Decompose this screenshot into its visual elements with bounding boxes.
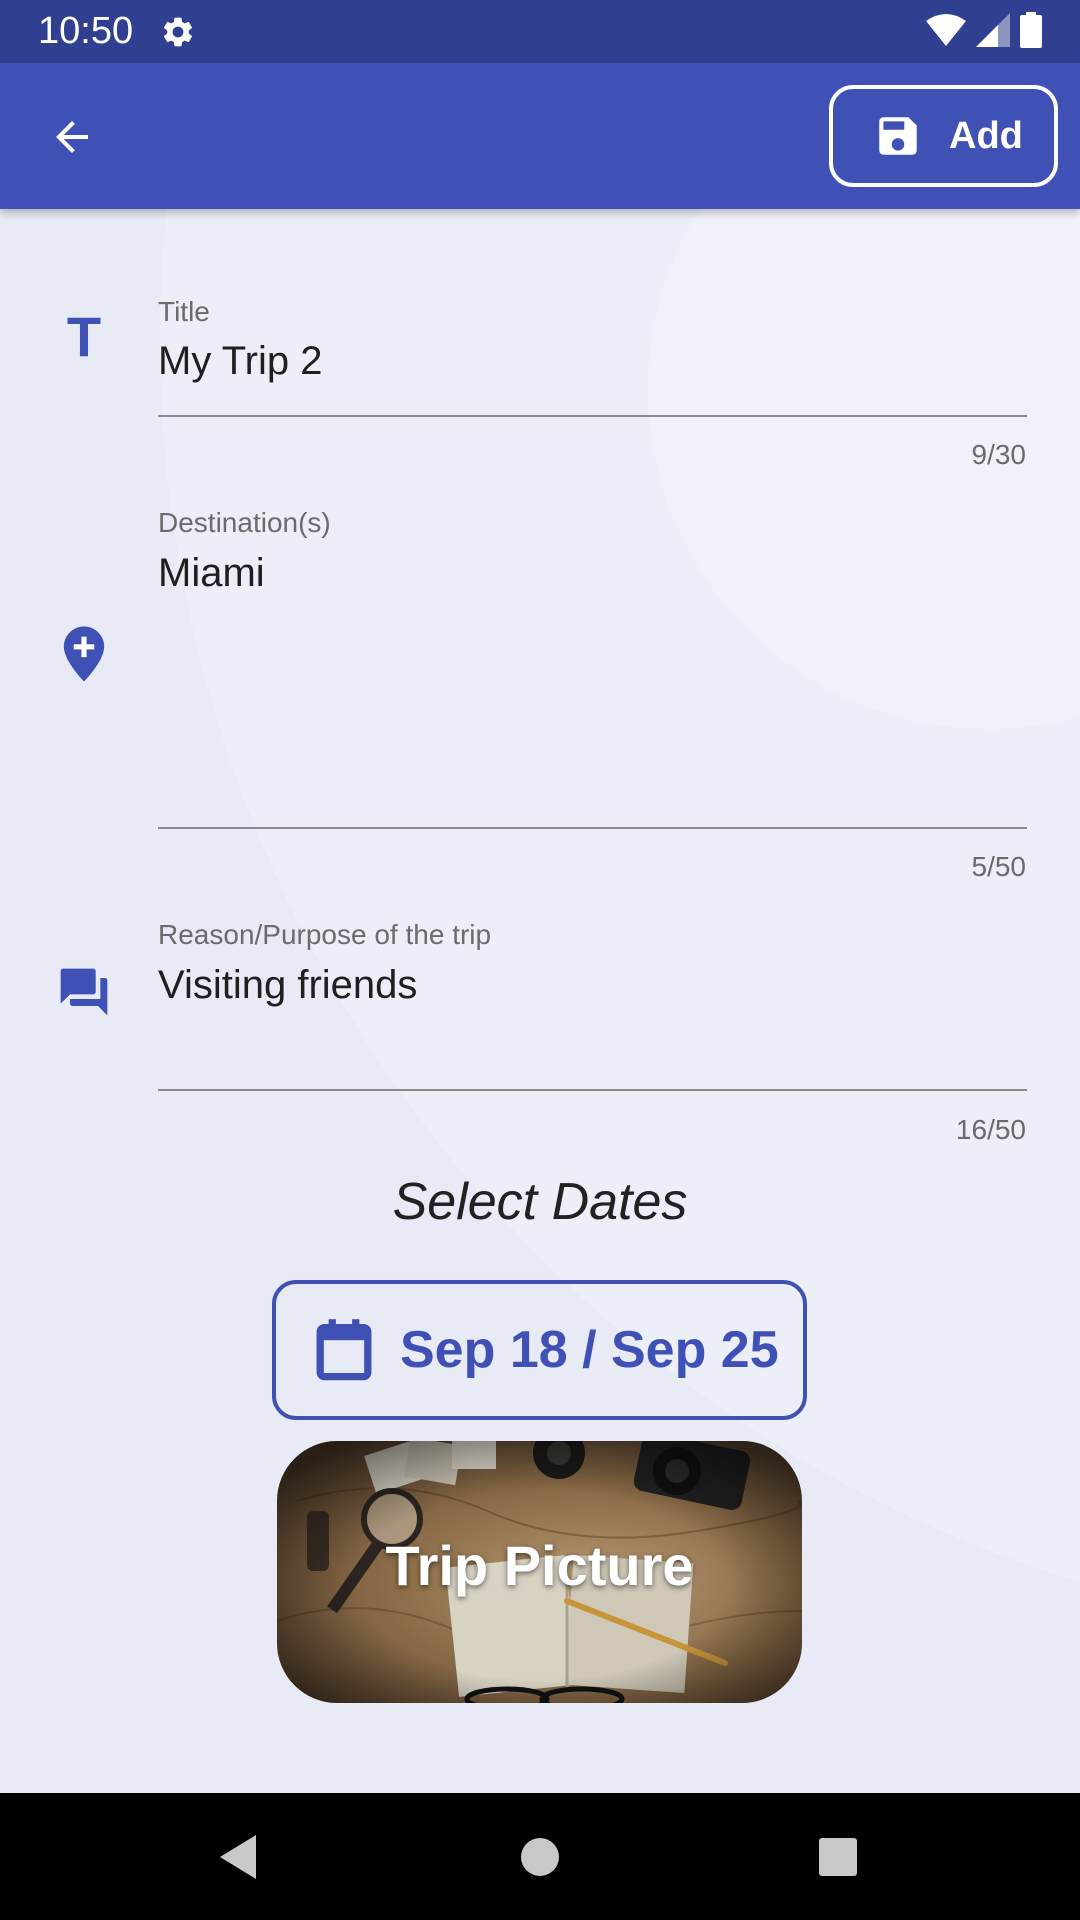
nav-home-button[interactable] (500, 1793, 580, 1920)
destination-field-underline (158, 827, 1027, 829)
trip-picture-button[interactable]: Trip Picture (277, 1441, 802, 1703)
back-button[interactable] (44, 109, 100, 165)
reason-field[interactable]: Visiting friends (158, 963, 417, 1008)
settings-gear-icon (163, 17, 193, 47)
date-range-button[interactable]: Sep 18 / Sep 25 (272, 1280, 807, 1420)
destination-field[interactable]: Miami (158, 551, 265, 596)
nav-home-icon (521, 1837, 559, 1876)
add-button[interactable]: Add (829, 85, 1058, 187)
title-field[interactable]: My Trip 2 (158, 339, 322, 384)
arrow-back-icon (56, 121, 88, 153)
calendar-icon (316, 1319, 372, 1381)
wifi-icon (926, 14, 966, 46)
title-field-label: Title (158, 296, 210, 327)
save-icon (879, 117, 917, 155)
destination-field-label: Destination(s) (158, 507, 331, 538)
status-bar: 10:50 (0, 0, 1080, 63)
forum-icon (52, 960, 116, 1024)
reason-field-label: Reason/Purpose of the trip (158, 919, 492, 950)
nav-back-button[interactable] (198, 1793, 278, 1920)
app-bar: Add (0, 63, 1080, 209)
title-field-underline (158, 415, 1027, 417)
title-char-counter: 9/30 (971, 439, 1027, 470)
trip-form: T Title My Trip 2 9/30 Destination(s) Mi… (0, 209, 1080, 1793)
destination-char-counter: 5/50 (971, 851, 1027, 882)
reason-field-underline (158, 1089, 1027, 1091)
status-time: 10:50 (38, 10, 134, 52)
nav-back-icon (220, 1834, 256, 1879)
navigation-bar (0, 1793, 1080, 1920)
select-dates-heading: Select Dates (392, 1173, 688, 1231)
cell-signal-icon (976, 13, 1010, 47)
add-location-icon (52, 622, 116, 686)
trip-picture-label: Trip Picture (385, 1534, 694, 1597)
title-icon: T (66, 305, 102, 368)
date-range-label: Sep 18 / Sep 25 (400, 1321, 779, 1379)
reason-char-counter: 16/50 (955, 1114, 1026, 1145)
battery-icon (1020, 12, 1042, 48)
add-button-label: Add (949, 114, 1023, 157)
nav-recents-icon (819, 1837, 857, 1876)
nav-recents-button[interactable] (798, 1793, 878, 1920)
